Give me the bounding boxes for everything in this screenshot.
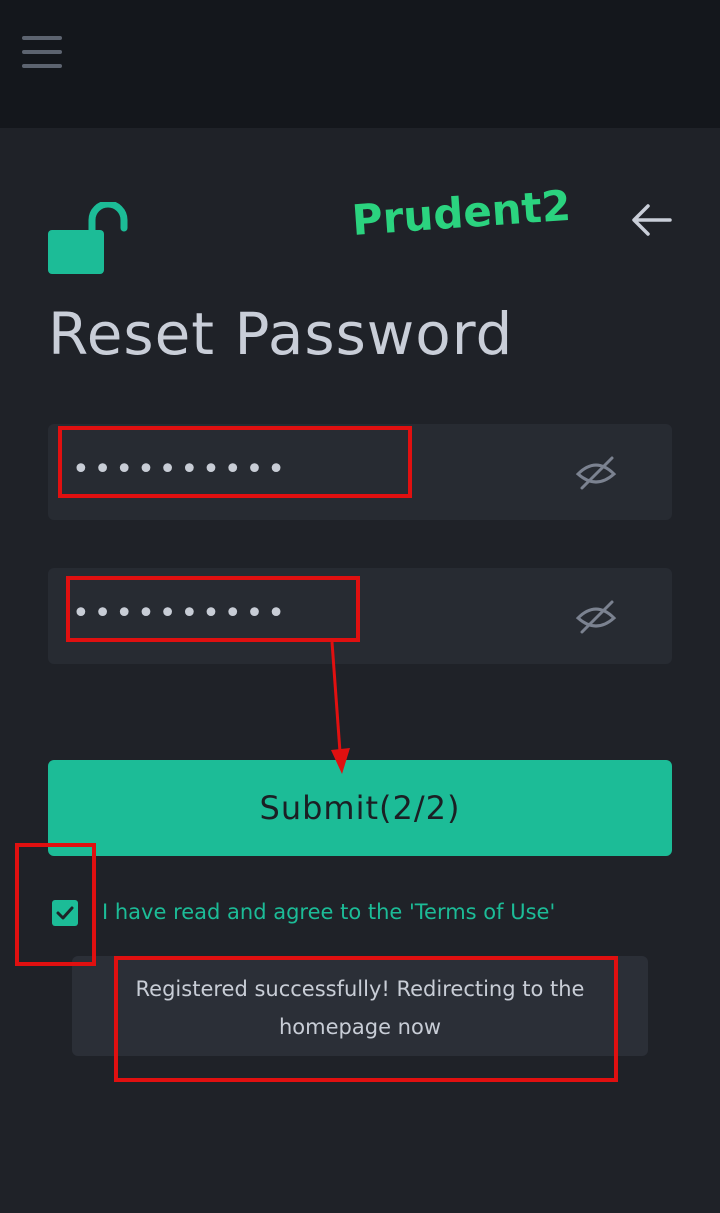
annotation-box-toast — [114, 956, 618, 1082]
unlocked-padlock-icon — [48, 202, 128, 274]
terms-label[interactable]: I have read and agree to the 'Terms of U… — [102, 900, 555, 924]
page-title: Reset Password — [48, 300, 514, 368]
annotation-box-checkbox — [15, 843, 96, 966]
hamburger-menu-icon[interactable] — [22, 36, 62, 68]
submit-button[interactable]: Submit(2/2) — [48, 760, 672, 856]
eye-off-icon[interactable] — [574, 452, 618, 492]
watermark-text: Prudent2 — [350, 180, 573, 245]
top-app-bar — [0, 0, 720, 128]
annotation-box-confirm-password — [66, 576, 360, 642]
eye-off-icon[interactable] — [574, 596, 618, 636]
arrow-left-icon[interactable] — [628, 198, 676, 242]
annotation-box-new-password — [58, 426, 412, 498]
